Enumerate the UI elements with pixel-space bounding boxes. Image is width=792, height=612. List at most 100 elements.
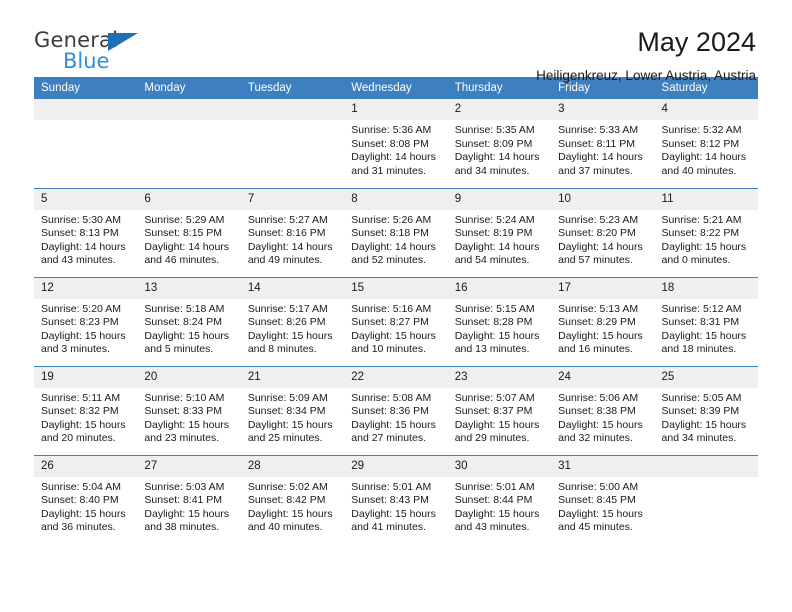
sunset-text: Sunset: 8:26 PM: [247, 316, 326, 329]
daylight-text-line2: and 29 minutes.: [454, 432, 530, 445]
calendar-day-cell[interactable]: 4 Sunrise: 5:32 AM Sunset: 8:12 PM Daylight…: [654, 99, 758, 188]
daylight-text-line2: and 25 minutes.: [247, 432, 323, 445]
day-cell-content: 22 Sunrise: 5:08 AM Sunset: 8:36 PM Dayligh…: [344, 366, 448, 455]
day-cell-content: 24 Sunrise: 5:06 AM Sunset: 8:38 PM Dayligh…: [551, 366, 655, 455]
sun-info: Sunrise: 5:10 AM Sunset: 8:33 PM Daylight:…: [137, 388, 240, 446]
calendar-week-row: 26 Sunrise: 5:04 AM Sunset: 8:40 PM Dayligh…: [34, 454, 758, 544]
daylight-text-line1: Daylight: 15 hours: [144, 329, 230, 342]
daylight-text-line2: and 40 minutes.: [661, 164, 737, 177]
calendar-day-cell[interactable]: 27 Sunrise: 5:03 AM Sunset: 8:41 PM Dayligh…: [137, 454, 241, 544]
calendar-day-cell[interactable]: 29 Sunrise: 5:01 AM Sunset: 8:43 PM Dayligh…: [344, 454, 448, 544]
day-cell-content: [137, 99, 241, 188]
calendar-day-cell[interactable]: 15 Sunrise: 5:16 AM Sunset: 8:27 PM Dayligh…: [344, 276, 448, 366]
calendar-day-cell[interactable]: 13 Sunrise: 5:18 AM Sunset: 8:24 PM Dayligh…: [137, 276, 241, 366]
calendar-day-cell[interactable]: 19 Sunrise: 5:11 AM Sunset: 8:32 PM Dayligh…: [34, 365, 138, 455]
sunrise-text: Sunrise: 5:07 AM: [454, 391, 535, 404]
day-number: 11: [654, 188, 758, 210]
calendar-day-cell: [137, 99, 241, 188]
daylight-text-line2: and 40 minutes.: [247, 521, 323, 534]
calendar-day-cell[interactable]: 26 Sunrise: 5:04 AM Sunset: 8:40 PM Dayligh…: [34, 454, 138, 544]
sunset-text: Sunset: 8:11 PM: [558, 137, 635, 150]
calendar-day-cell[interactable]: 14 Sunrise: 5:17 AM Sunset: 8:26 PM Dayligh…: [240, 276, 345, 366]
sunset-text: Sunset: 8:29 PM: [558, 316, 636, 329]
calendar-day-cell[interactable]: 31 Sunrise: 5:00 AM Sunset: 8:45 PM Dayligh…: [551, 454, 655, 544]
sun-info: Sunrise: 5:07 AM Sunset: 8:37 PM Daylight:…: [448, 388, 551, 446]
sunrise-text: Sunrise: 5:26 AM: [351, 213, 432, 226]
daylight-text-line2: and 46 minutes.: [144, 254, 220, 267]
calendar-day-cell[interactable]: 2 Sunrise: 5:35 AM Sunset: 8:09 PM Daylight…: [447, 99, 552, 188]
sun-info: Sunrise: 5:27 AM Sunset: 8:16 PM Daylight:…: [241, 210, 344, 268]
sunrise-text: Sunrise: 5:23 AM: [558, 213, 639, 226]
day-number: 1: [344, 99, 448, 120]
calendar-day-cell[interactable]: 7 Sunrise: 5:27 AM Sunset: 8:16 PM Daylight…: [240, 187, 345, 277]
page-title: May 2024: [637, 27, 756, 57]
sun-info: Sunrise: 5:30 AM Sunset: 8:13 PM Daylight:…: [34, 210, 137, 268]
sun-info: Sunrise: 5:20 AM Sunset: 8:23 PM Daylight:…: [34, 299, 137, 357]
calendar-day-cell[interactable]: 17 Sunrise: 5:13 AM Sunset: 8:29 PM Dayligh…: [551, 276, 655, 366]
daylight-text-line1: Daylight: 15 hours: [247, 507, 333, 520]
calendar-day-cell[interactable]: 10 Sunrise: 5:23 AM Sunset: 8:20 PM Dayligh…: [551, 187, 655, 277]
calendar-day-cell[interactable]: 12 Sunrise: 5:20 AM Sunset: 8:23 PM Dayligh…: [34, 276, 138, 366]
calendar-day-cell[interactable]: 24 Sunrise: 5:06 AM Sunset: 8:38 PM Dayligh…: [551, 365, 655, 455]
calendar-day-cell[interactable]: 9 Sunrise: 5:24 AM Sunset: 8:19 PM Daylight…: [447, 187, 552, 277]
daylight-text-line2: and 31 minutes.: [351, 164, 426, 177]
sunrise-text: Sunrise: 5:32 AM: [661, 124, 742, 136]
day-number: [240, 99, 345, 120]
daylight-text-line1: Daylight: 14 hours: [454, 240, 540, 253]
calendar-day-cell[interactable]: 20 Sunrise: 5:10 AM Sunset: 8:33 PM Dayligh…: [137, 365, 241, 455]
day-number: 15: [344, 277, 448, 299]
general-blue-logo[interactable]: General Blue: [34, 28, 154, 76]
daylight-text-line2: and 57 minutes.: [558, 254, 633, 267]
calendar-day-cell[interactable]: 28 Sunrise: 5:02 AM Sunset: 8:42 PM Dayligh…: [240, 454, 345, 544]
calendar-day-cell[interactable]: 23 Sunrise: 5:07 AM Sunset: 8:37 PM Dayligh…: [447, 365, 552, 455]
sunrise-text: Sunrise: 5:08 AM: [351, 391, 432, 404]
day-number: [137, 99, 241, 120]
daylight-text-line1: Daylight: 15 hours: [454, 418, 540, 431]
daylight-text-line1: Daylight: 15 hours: [661, 240, 747, 253]
weekday-header-sunday: Sunday: [34, 77, 138, 99]
daylight-text-line1: Daylight: 14 hours: [351, 240, 436, 253]
calendar-day-cell[interactable]: 8 Sunrise: 5:26 AM Sunset: 8:18 PM Daylight…: [344, 187, 448, 277]
day-cell-content: 1 Sunrise: 5:36 AM Sunset: 8:08 PM Daylight…: [344, 99, 448, 188]
daylight-text-line1: Daylight: 15 hours: [454, 329, 540, 342]
calendar-day-cell[interactable]: 3 Sunrise: 5:33 AM Sunset: 8:11 PM Daylight…: [551, 99, 655, 188]
sunrise-text: Sunrise: 5:20 AM: [41, 302, 121, 315]
day-number: 18: [654, 277, 758, 299]
calendar-day-cell[interactable]: 16 Sunrise: 5:15 AM Sunset: 8:28 PM Dayligh…: [447, 276, 552, 366]
daylight-text-line1: Daylight: 15 hours: [144, 507, 230, 520]
daylight-text-line1: Daylight: 15 hours: [351, 507, 436, 520]
day-cell-content: 25 Sunrise: 5:05 AM Sunset: 8:39 PM Dayligh…: [654, 366, 758, 455]
daylight-text-line2: and 16 minutes.: [558, 343, 633, 356]
calendar-day-cell[interactable]: 25 Sunrise: 5:05 AM Sunset: 8:39 PM Dayligh…: [654, 365, 758, 455]
sunrise-text: Sunrise: 5:09 AM: [247, 391, 328, 404]
sunrise-text: Sunrise: 5:10 AM: [144, 391, 225, 404]
calendar-day-cell[interactable]: 5 Sunrise: 5:30 AM Sunset: 8:13 PM Daylight…: [34, 187, 138, 277]
daylight-text-line2: and 32 minutes.: [558, 432, 633, 445]
day-number: 5: [34, 188, 138, 210]
day-number: 27: [137, 455, 241, 477]
daylight-text-line1: Daylight: 15 hours: [41, 507, 126, 520]
day-number: 31: [551, 455, 655, 477]
day-number: 9: [447, 188, 552, 210]
calendar-day-cell[interactable]: 22 Sunrise: 5:08 AM Sunset: 8:36 PM Dayligh…: [344, 365, 448, 455]
calendar-day-cell: [34, 99, 138, 188]
daylight-text-line1: Daylight: 14 hours: [247, 240, 333, 253]
calendar-day-cell[interactable]: 6 Sunrise: 5:29 AM Sunset: 8:15 PM Daylight…: [137, 187, 241, 277]
sun-info: Sunrise: 5:21 AM Sunset: 8:22 PM Daylight:…: [655, 210, 758, 268]
sunset-text: Sunset: 8:18 PM: [351, 227, 429, 240]
calendar-day-cell[interactable]: 18 Sunrise: 5:12 AM Sunset: 8:31 PM Dayligh…: [654, 276, 758, 366]
day-number: 12: [34, 277, 138, 299]
calendar-day-cell[interactable]: 1 Sunrise: 5:36 AM Sunset: 8:08 PM Daylight…: [344, 99, 448, 188]
calendar-day-cell[interactable]: 30 Sunrise: 5:01 AM Sunset: 8:44 PM Dayligh…: [447, 454, 552, 544]
daylight-text-line2: and 43 minutes.: [454, 521, 530, 534]
calendar-day-cell[interactable]: 21 Sunrise: 5:09 AM Sunset: 8:34 PM Dayligh…: [240, 365, 345, 455]
daylight-text-line2: and 41 minutes.: [351, 521, 426, 534]
day-number: 4: [654, 99, 758, 120]
daylight-text-line2: and 18 minutes.: [661, 343, 737, 356]
sun-info: Sunrise: 5:29 AM Sunset: 8:15 PM Daylight:…: [137, 210, 240, 268]
sunrise-text: Sunrise: 5:01 AM: [351, 480, 432, 493]
sunrise-text: Sunrise: 5:36 AM: [351, 124, 432, 136]
daylight-text-line1: Daylight: 15 hours: [558, 507, 643, 520]
calendar-day-cell[interactable]: 11 Sunrise: 5:21 AM Sunset: 8:22 PM Dayligh…: [654, 187, 758, 277]
day-cell-content: 9 Sunrise: 5:24 AM Sunset: 8:19 PM Daylight…: [447, 188, 552, 277]
